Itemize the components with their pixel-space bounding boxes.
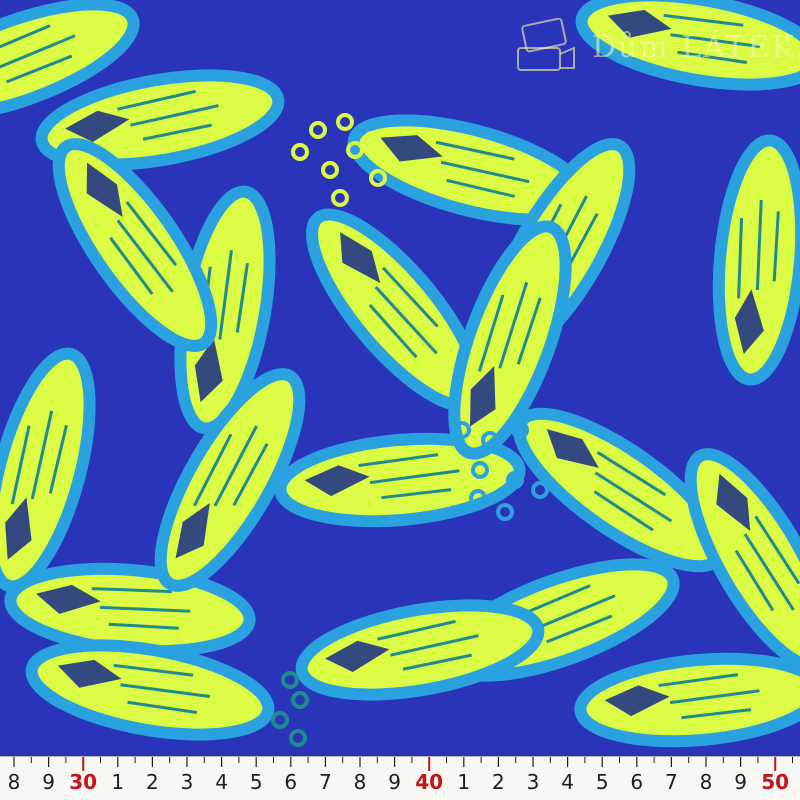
ruler-number: 9 <box>42 770 55 794</box>
ruler-number: 1 <box>111 770 125 794</box>
ruler-number: 4 <box>561 770 574 794</box>
floral-fabric-print <box>0 0 800 760</box>
ruler-number: 4 <box>215 770 228 794</box>
ruler-number: 50 <box>761 770 790 794</box>
ruler-number: 30 <box>69 770 98 794</box>
ruler-number: 40 <box>415 770 444 794</box>
ruler-number: 2 <box>492 770 505 794</box>
ruler-number: 8 <box>353 770 367 794</box>
ruler-number: 8 <box>699 770 713 794</box>
watermark-text: Dům LÁTEK.cz <box>592 30 800 65</box>
ruler-number: 1 <box>457 770 471 794</box>
ruler-number: 3 <box>526 770 540 794</box>
ruler-number: 8 <box>7 770 21 794</box>
fabric-photo: Dům LÁTEK.cz 893012345678940123456789501 <box>0 0 800 800</box>
ruler-number: 5 <box>595 770 609 794</box>
ruler-number: 2 <box>146 770 159 794</box>
ruler-number: 3 <box>180 770 194 794</box>
ruler-number: 7 <box>665 770 678 794</box>
ruler-number: 7 <box>319 770 332 794</box>
ruler-number: 9 <box>388 770 401 794</box>
ruler-number: 5 <box>249 770 263 794</box>
ruler-number: 6 <box>284 770 298 794</box>
measuring-tape: 893012345678940123456789501 <box>0 756 800 800</box>
ruler-number: 6 <box>630 770 644 794</box>
ruler-number: 9 <box>734 770 747 794</box>
watermark-logo <box>517 18 575 71</box>
